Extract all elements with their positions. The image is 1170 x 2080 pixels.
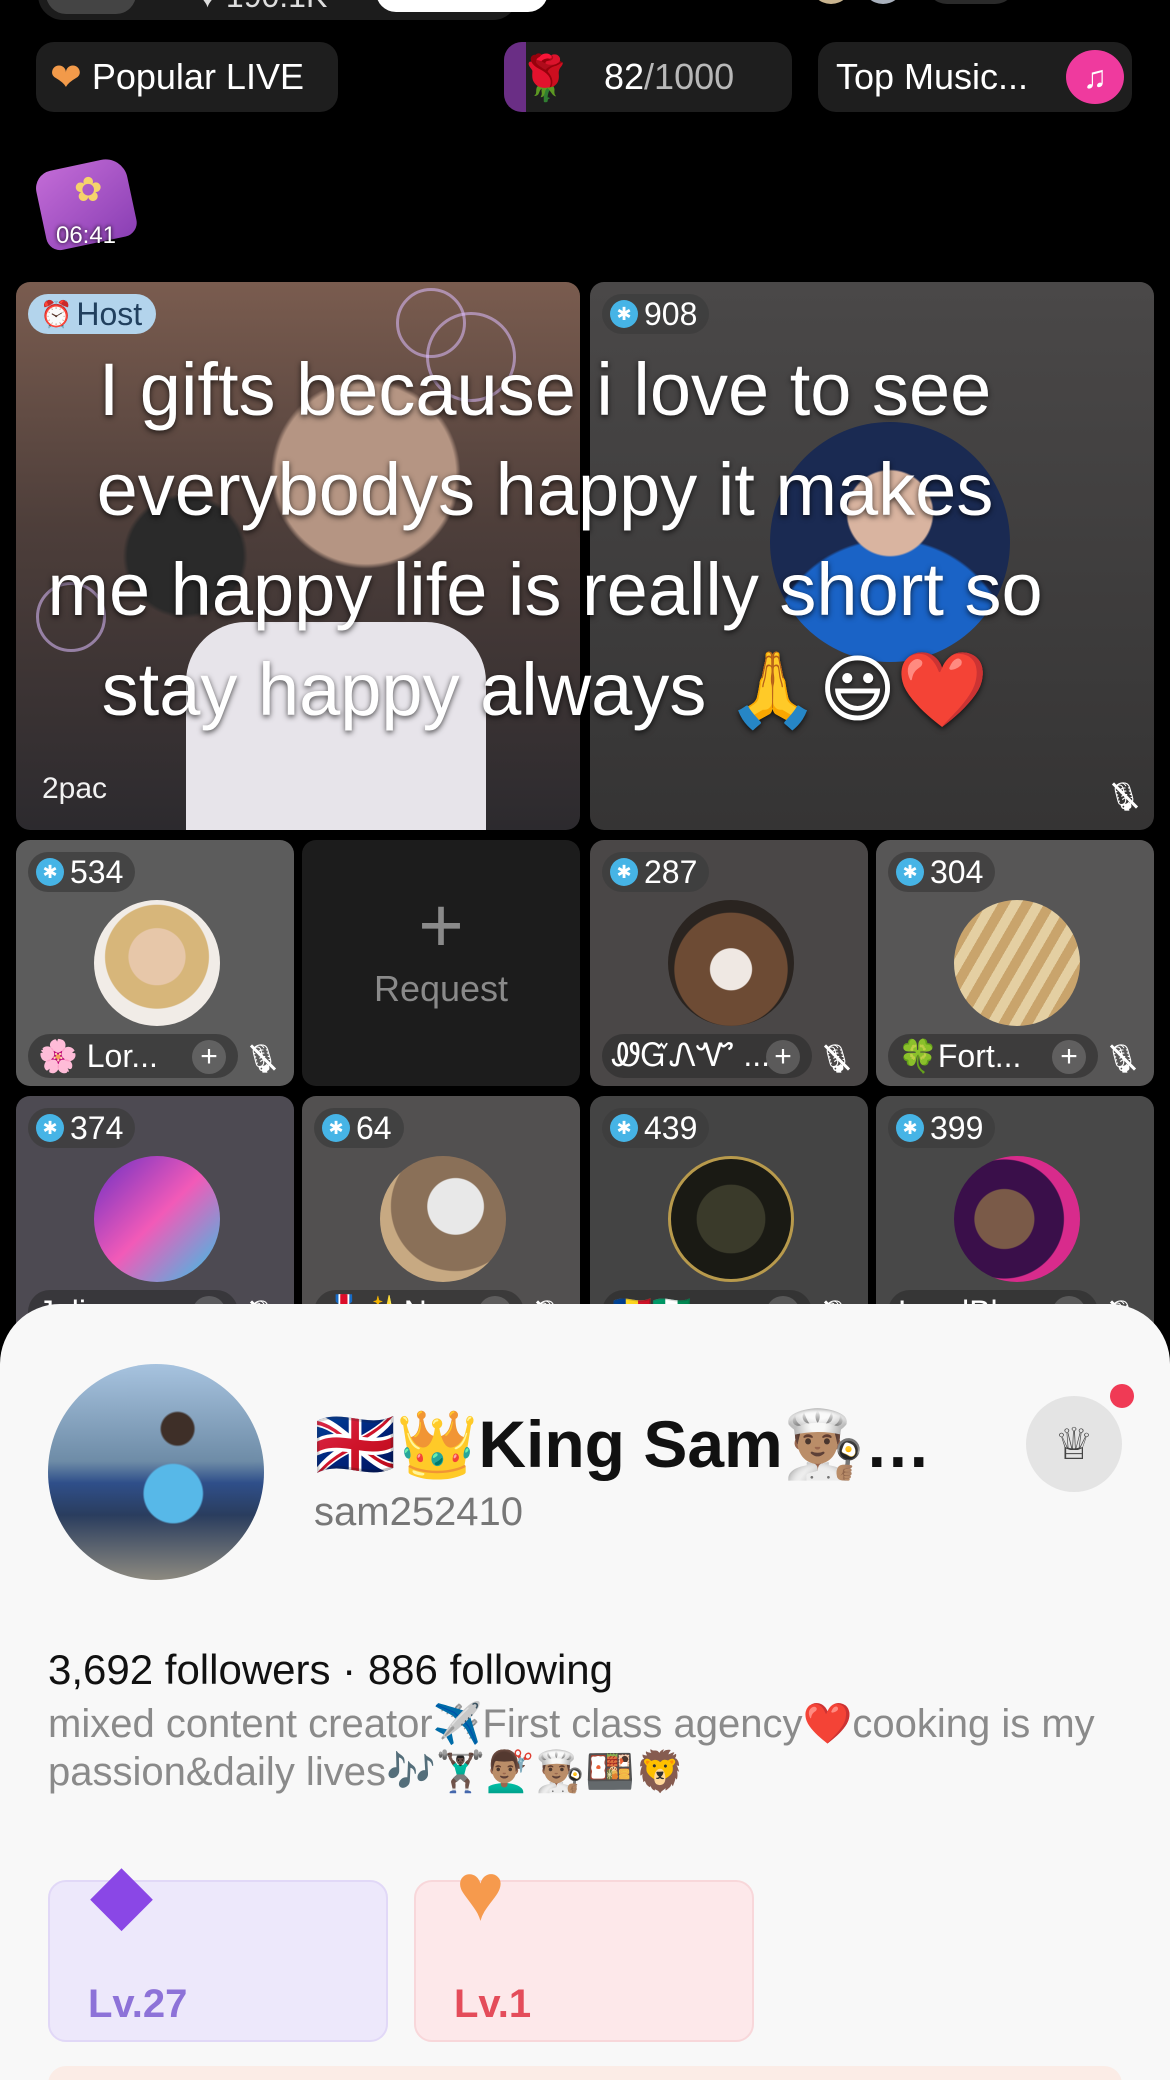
crown-icon[interactable]: ♕ — [1026, 1396, 1122, 1492]
host-avatar-mini — [46, 0, 136, 14]
follow-plus-button[interactable]: + — [1052, 1040, 1086, 1074]
gift-timer: 06:41 — [55, 222, 117, 249]
profile-name: 🇬🇧👑King Sam👨🏽‍🍳… — [314, 1407, 931, 1481]
guest-avatar — [668, 1156, 794, 1282]
host-lock-icon: ⏰ — [40, 298, 73, 329]
music-note-icon: ♫ — [1066, 50, 1124, 104]
viewer-avatar[interactable] — [862, 0, 904, 4]
guest-avatar — [380, 1156, 506, 1282]
bubble-decoration — [426, 312, 516, 402]
score-icon: ✱ — [610, 300, 638, 328]
guest-avatar — [954, 900, 1080, 1026]
score-icon: ✱ — [36, 858, 64, 886]
guest-score-badge: ✱ 304 — [888, 852, 996, 892]
guest-tile[interactable]: ✱ 304 🍀Fort... + 🎙 — [876, 840, 1154, 1086]
guest-score-badge: ✱ 64 — [314, 1108, 404, 1148]
profile-bio: mixed content creator✈️First class agenc… — [48, 1702, 1095, 1794]
popular-live-pill[interactable]: ❤ Popular LIVE — [36, 42, 338, 112]
host-name: 2pac — [42, 772, 108, 805]
request-label: Request — [373, 968, 509, 1009]
purple-diamond-icon: ◆ — [90, 1848, 154, 1939]
host-video-tile[interactable]: ⏰ Host 2pac — [16, 282, 580, 830]
top-music-label: Top Music... — [836, 56, 1029, 97]
fan-level-card[interactable]: ♥ Lv.1 — [414, 1847, 754, 2042]
request-slot-button[interactable]: + Request — [302, 840, 580, 1086]
rose-goal-pill[interactable]: 🌹 82/1000 — [504, 42, 792, 112]
host-figure — [186, 622, 486, 830]
guest-score-badge: ✱ 399 — [888, 1108, 996, 1148]
guest-tile[interactable]: ✱ 534 🌸 Lor... + 🎙 — [16, 840, 294, 1086]
profile-sheet: 🇬🇧👑King Sam👨🏽‍🍳… sam252410 ♕ 3,692 follo… — [0, 1304, 1170, 2080]
score-icon: ✱ — [896, 858, 924, 886]
fan-level: Lv.1 — [454, 1982, 532, 2026]
guest-score-badge: ✱ 908 — [602, 294, 710, 334]
top-music-pill[interactable]: Top Music... ♫ — [818, 42, 1132, 112]
follow-plus-button[interactable]: + — [192, 1040, 226, 1074]
guest-score-badge: ✱ 287 — [602, 852, 710, 892]
guest-score-badge: ✱ 534 — [28, 852, 136, 892]
guest-tile[interactable]: ✱ 287 ᏪᏳᏁᏉ ... + 🎙 — [590, 840, 868, 1086]
host-badge: ⏰ Host — [28, 294, 157, 334]
mic-off-icon: 🎙 — [1104, 776, 1144, 816]
viewer-count[interactable] — [926, 0, 1016, 4]
follow-stats[interactable]: 3,692 followers · 886 following — [48, 1646, 613, 1694]
guest-tile-large[interactable]: ✱ 908 🎙 — [590, 282, 1154, 830]
gifter-level-card[interactable]: ◆ Lv.27 — [48, 1848, 388, 2042]
ribbon-icon: ✿ — [74, 171, 103, 209]
next-section-card[interactable] — [48, 2066, 1122, 2080]
guest-score-badge: ✱ 374 — [28, 1108, 136, 1148]
guest-avatar — [94, 900, 220, 1026]
score-icon: ✱ — [36, 1114, 64, 1142]
mic-off-icon: 🎙 — [1102, 1038, 1142, 1078]
gift-box-icon[interactable]: ✿ 06:41 — [32, 155, 140, 253]
follow-plus-button[interactable]: + — [766, 1040, 800, 1074]
rose-goal-count: 82/1000 — [604, 56, 735, 97]
mic-off-icon: 🎙 — [242, 1038, 282, 1078]
orange-heart-icon: ❤ — [50, 56, 82, 99]
notification-dot — [1110, 1384, 1134, 1408]
guest-avatar — [668, 900, 794, 1026]
profile-handle: sam252410 — [314, 1490, 524, 1534]
popular-live-label: Popular LIVE — [91, 56, 304, 97]
orange-heart-icon: ♥ — [456, 1847, 505, 1938]
host-info-pill[interactable]: ♥ 190.1K — [38, 0, 548, 20]
guest-avatar — [94, 1156, 220, 1282]
guest-avatar — [954, 1156, 1080, 1282]
score-icon: ✱ — [610, 858, 638, 886]
top-viewers[interactable] — [810, 0, 1040, 4]
profile-avatar[interactable] — [48, 1364, 264, 1580]
rose-icon: 🌹 — [518, 54, 573, 103]
score-icon: ✱ — [610, 1114, 638, 1142]
guest-score-badge: ✱ 439 — [602, 1108, 710, 1148]
bubble-decoration — [36, 582, 106, 652]
gifter-level: Lv.27 — [88, 1982, 188, 2026]
host-likes: ♥ 190.1K — [198, 0, 327, 15]
follow-button[interactable] — [376, 0, 548, 12]
mic-off-icon: 🎙 — [816, 1038, 856, 1078]
plus-icon: + — [418, 881, 464, 969]
viewer-avatar[interactable] — [810, 0, 852, 4]
score-icon: ✱ — [896, 1114, 924, 1142]
score-icon: ✱ — [322, 1114, 350, 1142]
guest-avatar — [770, 422, 1010, 662]
